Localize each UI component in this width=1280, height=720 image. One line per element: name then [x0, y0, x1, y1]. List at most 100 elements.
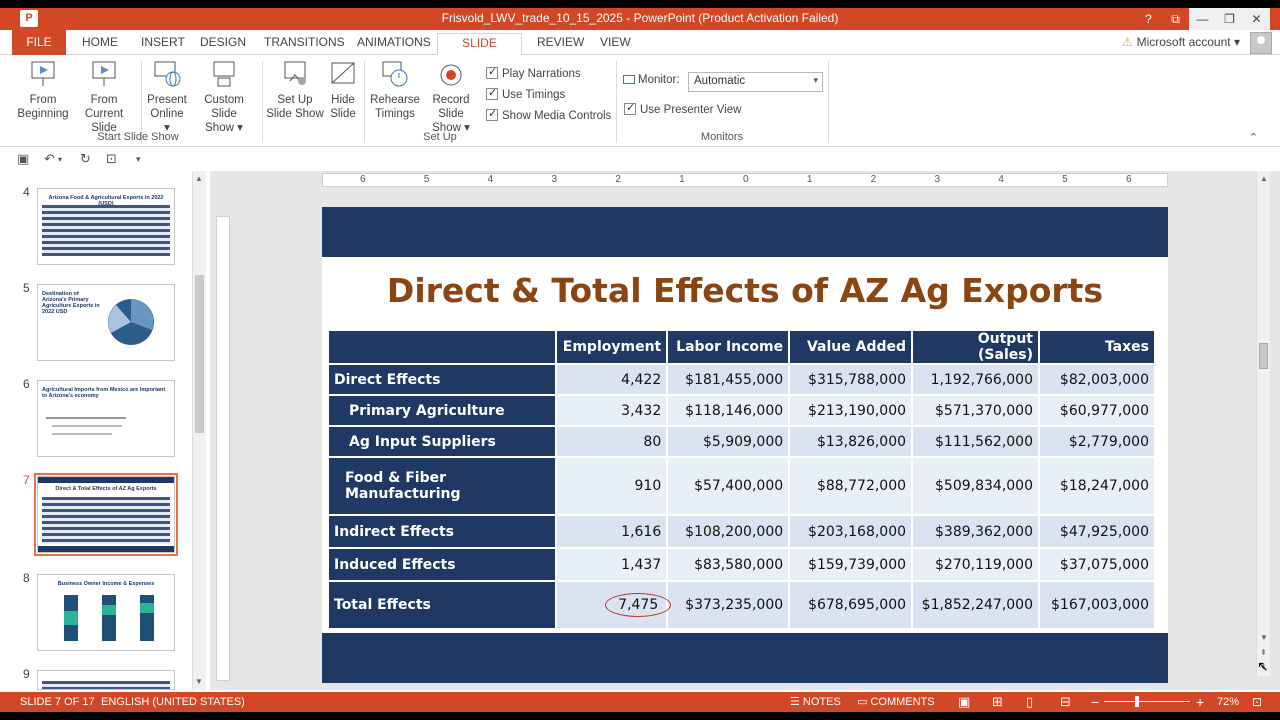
scroll-down-icon[interactable]: ▼	[195, 677, 203, 686]
setup-show-icon	[284, 61, 306, 85]
tab-file[interactable]: FILE	[12, 30, 66, 55]
collapse-ribbon-icon[interactable]: ⌃	[1249, 131, 1258, 144]
rehearse-timings-button[interactable]: Rehearse Timings	[370, 59, 420, 121]
fit-to-window-icon[interactable]: ⊡	[1252, 692, 1262, 712]
table-row: Indirect Effects 1,616 $108,200,000 $203…	[329, 515, 1156, 549]
table-cell: 3,432	[556, 395, 669, 427]
row-label: Induced Effects	[329, 548, 558, 582]
close-button[interactable]: ✕	[1243, 8, 1270, 30]
checkbox-checked-icon	[624, 101, 636, 115]
undo-dropdown-icon[interactable]: ▾	[58, 155, 62, 164]
tab-view[interactable]: VIEW	[592, 34, 639, 55]
record-icon	[440, 64, 462, 86]
zoom-out-icon[interactable]: −	[1091, 692, 1099, 712]
language-indicator[interactable]: ENGLISH (UNITED STATES)	[101, 692, 245, 712]
scroll-up-icon[interactable]: ▲	[195, 174, 203, 183]
dropdown-arrow-icon: ▾	[813, 75, 818, 85]
slide-canvas[interactable]: Direct & Total Effects of AZ Ag Exports …	[322, 207, 1168, 683]
scrollbar-thumb[interactable]	[1259, 343, 1268, 369]
hide-slide-button[interactable]: Hide Slide	[326, 59, 360, 121]
slide-preview: Direct & Total Effects of AZ Ag Exports	[34, 473, 178, 556]
table-cell: $5,909,000	[667, 426, 791, 458]
table-cell: $60,977,000	[1039, 395, 1156, 427]
play-narrations-checkbox[interactable]: Play Narrations	[486, 65, 581, 83]
normal-view-icon[interactable]: ▣	[958, 692, 970, 712]
pie-chart-icon	[108, 299, 154, 345]
table-cell: $270,119,000	[912, 548, 1040, 582]
zoom-level[interactable]: 72%	[1217, 692, 1239, 712]
ruler-tick-label: 1	[679, 174, 685, 185]
tab-animations[interactable]: ANIMATIONS	[349, 34, 439, 55]
slide-number: 7	[23, 473, 30, 487]
reading-view-icon[interactable]: ▯	[1026, 692, 1033, 712]
group-separator	[364, 61, 365, 143]
minimize-button[interactable]: —	[1189, 8, 1216, 30]
table-cell: $88,772,000	[789, 457, 914, 516]
ruler-tick-label: 2	[870, 174, 877, 185]
previous-slide-icon[interactable]: ⇞	[1260, 648, 1267, 657]
save-icon[interactable]: ▣	[17, 151, 29, 167]
tab-home[interactable]: HOME	[74, 34, 126, 55]
use-timings-checkbox[interactable]: Use Timings	[486, 86, 565, 104]
restore-button[interactable]: ❐	[1216, 8, 1243, 30]
custom-slide-show-button[interactable]: Custom Slide Show ▾	[190, 59, 258, 135]
window-controls: ? ⧉ — ❐ ✕	[1135, 8, 1270, 30]
from-beginning-button[interactable]: From Beginning	[16, 59, 70, 121]
tab-design[interactable]: DESIGN	[192, 34, 254, 55]
slide-preview	[37, 670, 175, 690]
table-cell: $111,562,000	[912, 426, 1040, 458]
table-header-row: Employment Labor Income Value Added Outp…	[329, 331, 1156, 365]
undo-icon[interactable]: ↶	[44, 151, 55, 167]
scroll-down-icon[interactable]: ▼	[1260, 633, 1268, 642]
table-cell: 4,422	[556, 364, 669, 396]
ruler-tick-label: 5	[423, 174, 430, 185]
slide-title[interactable]: Direct & Total Effects of AZ Ag Exports	[322, 271, 1168, 310]
tab-review[interactable]: REVIEW	[529, 34, 592, 55]
monitor-select[interactable]: Automatic ▾	[688, 72, 823, 92]
avatar[interactable]	[1250, 32, 1272, 54]
redo-icon[interactable]: ↻	[80, 151, 91, 167]
thumb-title: Destination of Arizona's Primary Agricul…	[42, 291, 100, 315]
thumbnail-scrollbar[interactable]: ▲ ▼	[192, 171, 206, 690]
start-from-beginning-icon[interactable]: ⊡	[106, 151, 117, 167]
zoom-slider[interactable]	[1104, 696, 1190, 707]
show-media-controls-checkbox[interactable]: Show Media Controls	[486, 107, 611, 125]
ruler-tick-label: 3	[934, 174, 941, 185]
slide-bottom-band	[322, 633, 1168, 683]
table-cell: $18,247,000	[1039, 457, 1156, 516]
tab-transitions[interactable]: TRANSITIONS	[256, 34, 353, 55]
slide-number: 4	[23, 185, 30, 199]
slide-sorter-icon[interactable]: ⊞	[992, 692, 1003, 712]
customize-toolbar-icon[interactable]: ▾	[136, 154, 141, 165]
comments-button[interactable]: ▭ COMMENTS	[857, 692, 935, 712]
from-current-slide-button[interactable]: From Current Slide	[72, 59, 136, 135]
help-button[interactable]: ?	[1135, 8, 1162, 30]
notes-button[interactable]: ☰ NOTES	[790, 692, 841, 712]
tab-slide-show[interactable]: SLIDE SHOW	[437, 33, 522, 69]
ribbon-display-options-button[interactable]: ⧉	[1162, 8, 1189, 30]
account-label: Microsoft account	[1136, 35, 1231, 49]
row-label: Ag Input Suppliers	[329, 426, 558, 458]
slide-preview: Destination of Arizona's Primary Agricul…	[37, 284, 175, 361]
scrollbar-thumb[interactable]	[195, 275, 204, 433]
zoom-slider-knob[interactable]	[1134, 696, 1139, 707]
editor-scrollbar[interactable]: ▲ ▼ ⇞ ⇟	[1256, 171, 1270, 676]
checkbox-checked-icon	[486, 107, 498, 121]
ruler-tick-label: 4	[998, 174, 1004, 185]
effects-table[interactable]: Employment Labor Income Value Added Outp…	[329, 331, 1156, 630]
table-cell: $57,400,000	[667, 457, 791, 516]
set-up-slide-show-button[interactable]: Set Up Slide Show	[266, 59, 324, 121]
record-slide-show-button[interactable]: Record Slide Show ▾	[420, 59, 482, 135]
scroll-up-icon[interactable]: ▲	[1260, 174, 1268, 183]
thumb-table	[42, 681, 170, 689]
table-header-cell: Employment	[556, 331, 669, 365]
present-online-button[interactable]: Present Online ▾	[146, 59, 188, 135]
microsoft-account[interactable]: ⚠ Microsoft account ▾	[1122, 35, 1240, 49]
thumb-title: Direct & Total Effects of AZ Ag Exports	[55, 486, 157, 492]
table-cell: $678,695,000	[789, 581, 914, 630]
zoom-in-icon[interactable]: +	[1196, 692, 1204, 712]
use-presenter-view-checkbox[interactable]: Use Presenter View	[624, 101, 741, 119]
slide-show-view-icon[interactable]: ⊟	[1060, 692, 1071, 712]
tab-insert[interactable]: INSERT	[133, 34, 193, 55]
table-cell: $315,788,000	[789, 364, 914, 396]
